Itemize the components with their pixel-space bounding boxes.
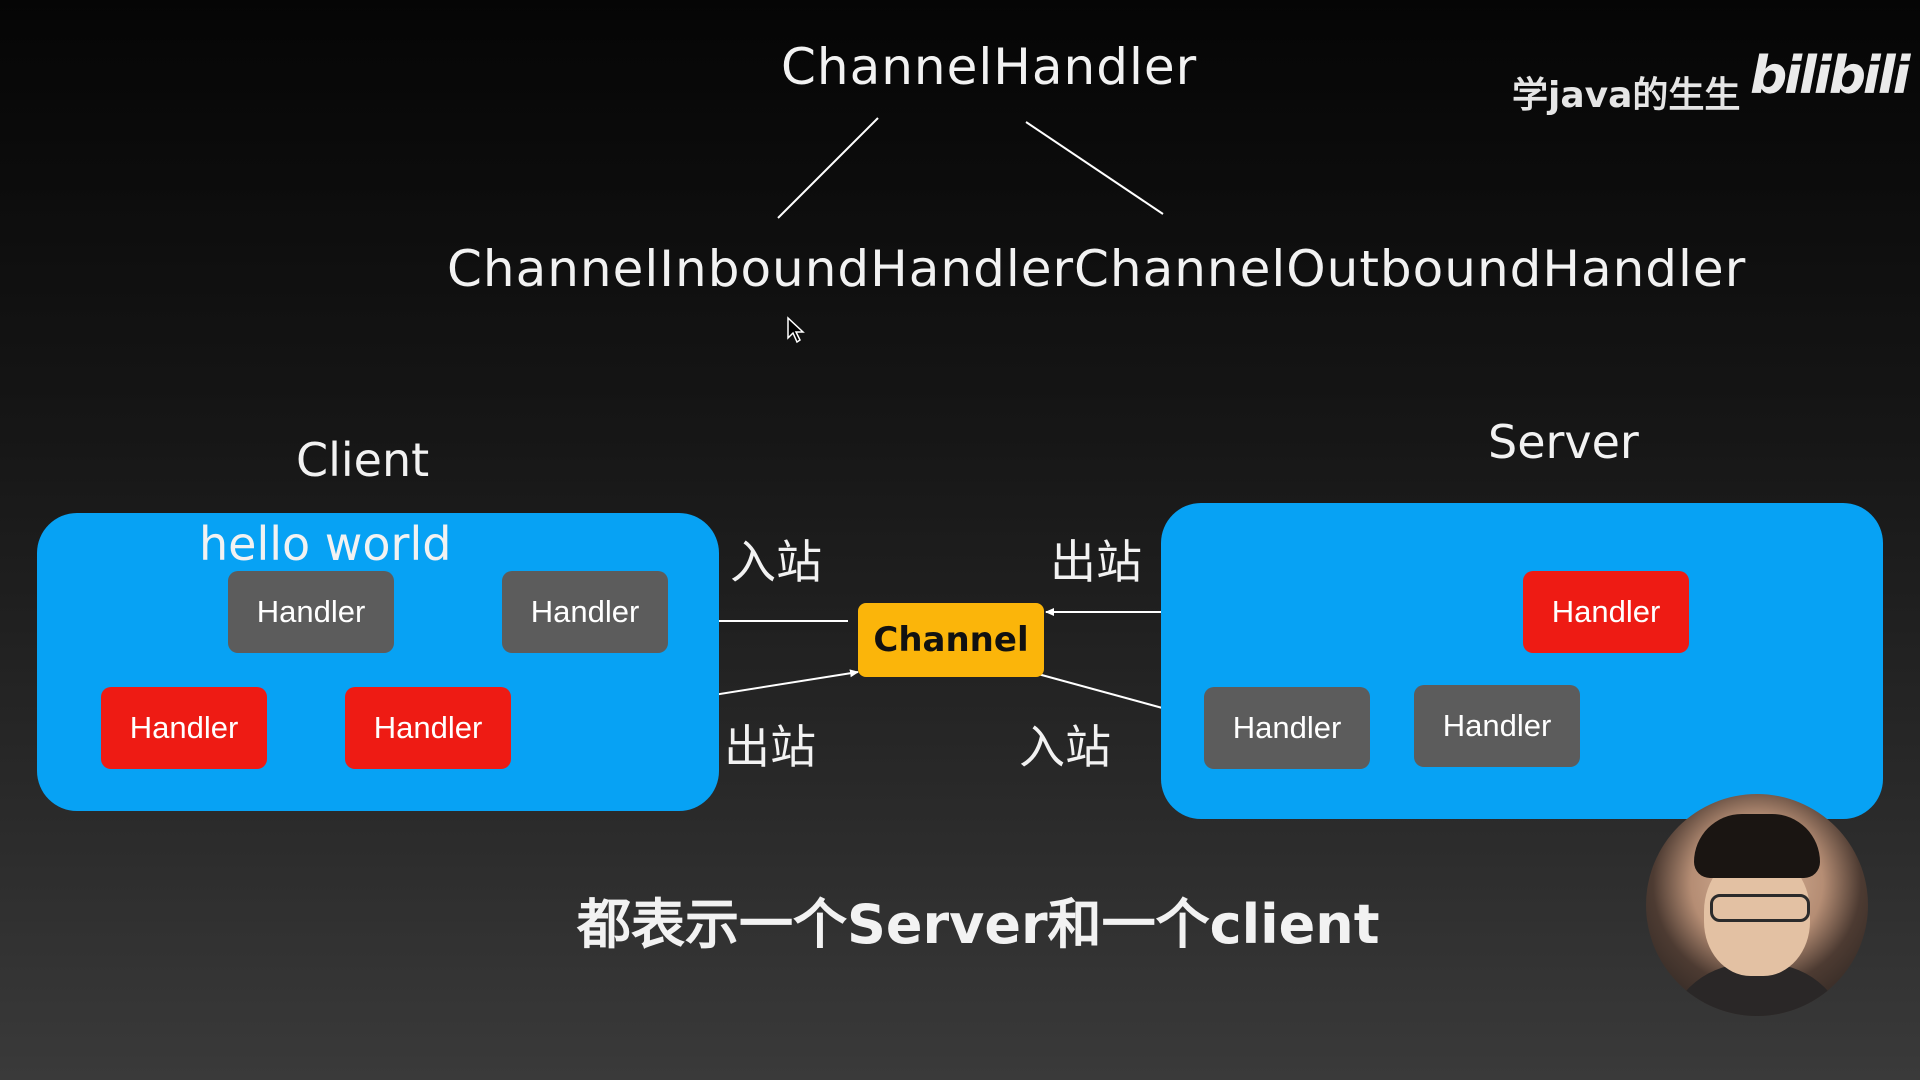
tree-line-right — [1025, 121, 1164, 215]
client-inbound-handler-2: Handler — [502, 571, 668, 653]
server-outbound-label: 出站 — [1050, 535, 1142, 589]
client-inbound-handler-1: Handler — [228, 571, 394, 653]
author-watermark: 学java的生生 — [1512, 75, 1741, 116]
server-inbound-handler-2: Handler — [1414, 685, 1580, 767]
client-outbound-handler-1: Handler — [101, 687, 267, 769]
server-label: Server — [1488, 415, 1639, 469]
mouse-cursor-icon — [787, 316, 805, 344]
channel-outbound-handler-label: ChannelOutboundHandler — [1074, 240, 1747, 298]
hello-world-message: hello world — [199, 517, 452, 571]
channel-handler-title: ChannelHandler — [781, 38, 1198, 96]
client-inbound-label: 入站 — [730, 535, 822, 589]
channel-inbound-handler-label: ChannelInboundHandler — [447, 240, 1075, 298]
client-label: Client — [296, 433, 430, 487]
tree-line-left — [777, 117, 879, 219]
bilibili-logo: bilibili — [1750, 46, 1910, 106]
server-outbound-handler: Handler — [1523, 571, 1689, 653]
caption: 都表示一个Server和一个client — [577, 893, 1380, 956]
server-inbound-handler-1: Handler — [1204, 687, 1370, 769]
server-inbound-label: 入站 — [1019, 720, 1111, 774]
avatar-hair — [1694, 814, 1820, 878]
channel-box: Channel — [858, 603, 1044, 677]
avatar-glasses — [1710, 894, 1810, 922]
client-outbound-label: 出站 — [724, 720, 816, 774]
client-outbound-handler-2: Handler — [345, 687, 511, 769]
server-panel — [1161, 503, 1883, 819]
slide: ChannelHandler ChannelInboundHandler Cha… — [0, 0, 1920, 1080]
presenter-avatar — [1646, 794, 1868, 1016]
